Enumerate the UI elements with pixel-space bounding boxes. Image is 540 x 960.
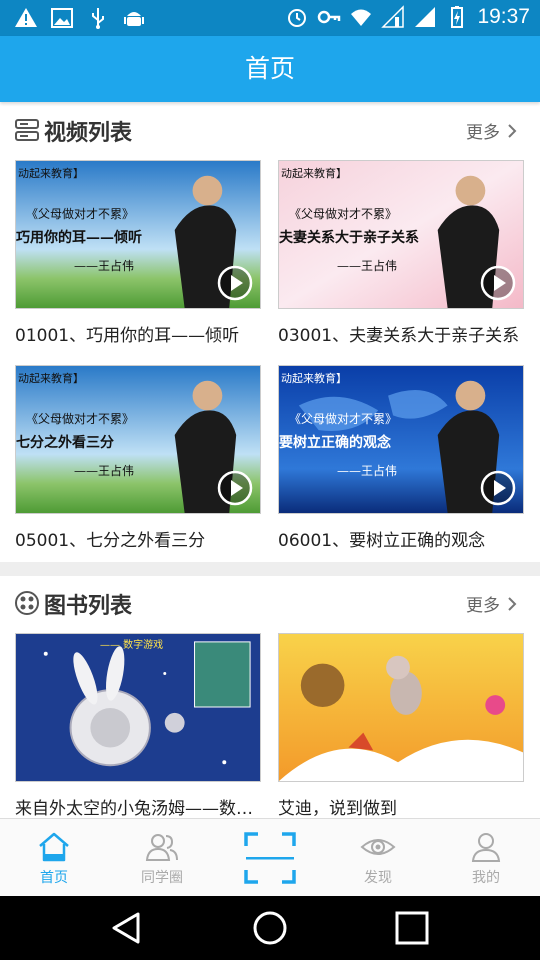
- app-bar: 首页: [0, 36, 540, 102]
- chevron-right-icon: [508, 596, 517, 611]
- video-list-icon: [15, 119, 39, 141]
- nav-label: 发现: [364, 870, 392, 886]
- video-card[interactable]: 动起来教育】 《父母做对才不累》 夫妻关系大于亲子关系 ——王占伟 03001、…: [278, 160, 524, 346]
- battery-icon: [451, 6, 464, 28]
- book-card[interactable]: —— 数字游戏 来自外太空的小兔汤姆——数字游戏: [15, 633, 261, 819]
- video-thumbnail: 动起来教育】 《父母做对才不累》 要树立正确的观念 ——王占伟: [278, 365, 524, 514]
- thumb-brand: 动起来教育】: [18, 167, 84, 180]
- thumb-subtitle: 七分之外看三分: [16, 435, 114, 451]
- video-section-header: 视频列表 更多: [0, 104, 540, 156]
- book-cover: —— 数字游戏: [15, 633, 261, 782]
- thumb-title: 《父母做对才不累》: [26, 412, 135, 426]
- bottom-navigation: 首页 同学圈 发现 我的: [0, 818, 540, 896]
- play-icon: [217, 265, 253, 301]
- android-icon: [124, 12, 144, 26]
- system-navigation-bar: [0, 896, 540, 960]
- thumb-title: 《父母做对才不累》: [289, 207, 398, 221]
- status-bar: 19:37: [0, 0, 540, 36]
- page-title: 首页: [244, 54, 295, 83]
- play-icon: [217, 470, 253, 506]
- video-thumbnail: 动起来教育】 《父母做对才不累》 七分之外看三分 ——王占伟: [15, 365, 261, 514]
- nav-label: 首页: [40, 870, 68, 886]
- book-cover: [278, 633, 524, 782]
- thumb-title: 《父母做对才不累》: [289, 412, 398, 426]
- video-caption: 05001、七分之外看三分: [15, 531, 206, 551]
- book-more-link[interactable]: 更多: [466, 591, 518, 616]
- thumb-author: ——王占伟: [74, 464, 135, 478]
- section-divider: [0, 562, 540, 576]
- home-icon: [39, 832, 69, 862]
- nav-item-scan[interactable]: [216, 819, 324, 896]
- key-icon: [318, 10, 341, 24]
- play-icon: [480, 470, 516, 506]
- eddie-mouse-cover: [279, 634, 523, 781]
- book-list-icon: [15, 591, 39, 615]
- book-section-header: 图书列表 更多: [0, 577, 540, 629]
- thumb-brand: 动起来教育】: [18, 372, 84, 385]
- nav-label: 我的: [472, 870, 500, 886]
- section-title-books: 图书列表: [44, 594, 133, 619]
- more-label: 更多: [466, 596, 500, 616]
- video-caption: 01001、巧用你的耳——倾听: [15, 326, 240, 346]
- cover-text: —— 数字游戏: [100, 640, 164, 651]
- book-card[interactable]: 艾迪，说到做到: [278, 633, 524, 819]
- nav-item-home[interactable]: 首页: [0, 819, 108, 896]
- chevron-right-icon: [508, 123, 517, 138]
- video-thumbnail: 动起来教育】 《父母做对才不累》 夫妻关系大于亲子关系 ——王占伟: [278, 160, 524, 309]
- nav-item-discover[interactable]: 发现: [324, 819, 432, 896]
- usb-icon: [92, 8, 104, 29]
- recents-icon[interactable]: [394, 910, 430, 946]
- warning-icon: [15, 8, 37, 27]
- video-more-link[interactable]: 更多: [466, 118, 518, 143]
- thumb-author: ——王占伟: [74, 259, 135, 273]
- video-caption: 06001、要树立正确的观念: [278, 531, 486, 551]
- signal-icon: [381, 5, 405, 28]
- thumb-subtitle: 巧用你的耳——倾听: [16, 230, 142, 246]
- thumb-title: 《父母做对才不累》: [26, 207, 135, 221]
- thumb-brand: 动起来教育】: [281, 167, 347, 180]
- wifi-icon: [351, 9, 372, 26]
- people-icon: [145, 834, 178, 861]
- video-card[interactable]: 动起来教育】 《父母做对才不累》 要树立正确的观念 ——王占伟 06001、要树…: [278, 365, 524, 551]
- home-button-icon[interactable]: [252, 910, 288, 946]
- scan-icon: [244, 831, 296, 884]
- back-icon[interactable]: [108, 910, 144, 946]
- video-card[interactable]: 动起来教育】 《父母做对才不累》 七分之外看三分 ——王占伟 05001、七分之…: [15, 365, 261, 551]
- space-rabbit-cover: [16, 634, 260, 781]
- video-card[interactable]: 动起来教育】 《父母做对才不累》 巧用你的耳——倾听 ——王占伟 01001、巧…: [15, 160, 261, 346]
- signal-icon: [415, 7, 436, 27]
- image-icon: [51, 8, 73, 28]
- video-caption: 03001、夫妻关系大于亲子关系: [278, 326, 520, 346]
- nav-label: 同学圈: [141, 870, 183, 886]
- eye-icon: [360, 839, 396, 855]
- thumb-brand: 动起来教育】: [281, 372, 347, 385]
- play-icon: [480, 265, 516, 301]
- book-caption: 来自外太空的小兔汤姆——数字游戏: [15, 799, 261, 819]
- thumb-author: ——王占伟: [337, 464, 398, 478]
- video-thumbnail: 动起来教育】 《父母做对才不累》 巧用你的耳——倾听 ——王占伟: [15, 160, 261, 309]
- thumb-subtitle: 要树立正确的观念: [279, 435, 391, 451]
- nav-item-mine[interactable]: 我的: [432, 819, 540, 896]
- section-title-videos: 视频列表: [44, 121, 133, 146]
- alarm-icon: [288, 9, 307, 27]
- nav-item-classmates[interactable]: 同学圈: [108, 819, 216, 896]
- thumb-subtitle: 夫妻关系大于亲子关系: [279, 230, 419, 246]
- thumb-author: ——王占伟: [337, 259, 398, 273]
- more-label: 更多: [466, 123, 500, 143]
- book-caption: 艾迪，说到做到: [278, 799, 397, 819]
- clock-time: 19:37: [477, 5, 530, 28]
- user-icon: [471, 833, 501, 862]
